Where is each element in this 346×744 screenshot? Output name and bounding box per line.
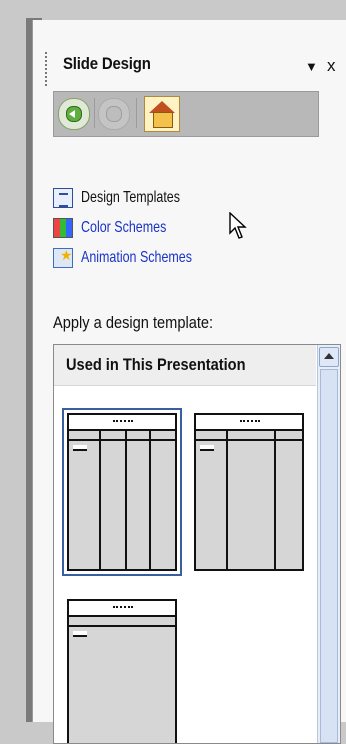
back-arrow-icon[interactable]: [58, 98, 90, 130]
nav-separator: [136, 98, 137, 128]
animation-schemes-icon: [53, 247, 73, 268]
design-templates-icon: [53, 188, 73, 208]
gallery-group-header: Used in This Presentation: [54, 345, 316, 386]
pane-navigation-bar: [53, 91, 319, 137]
forward-arrow-icon[interactable]: [98, 98, 130, 130]
pane-title: Slide Design: [63, 54, 151, 73]
gallery-group-title: Used in This Presentation: [66, 355, 246, 374]
design-templates-link[interactable]: Design Templates: [53, 186, 208, 210]
template-thumbnail[interactable]: [194, 413, 304, 571]
animation-schemes-link[interactable]: Animation Schemes: [53, 246, 223, 270]
scrollbar-thumb[interactable]: [320, 369, 338, 743]
workspace-left-margin: [0, 0, 34, 722]
color-schemes-icon: [53, 218, 73, 238]
template-gallery: Used in This Presentation: [53, 344, 341, 744]
pane-grip-handle[interactable]: [45, 52, 49, 86]
color-schemes-link[interactable]: Color Schemes: [53, 216, 190, 240]
gallery-scrollbar[interactable]: [317, 345, 340, 743]
template-thumbnail[interactable]: [67, 599, 177, 743]
nav-separator: [94, 98, 95, 128]
slide-design-task-pane: Slide Design ▼ x Design Templates Color …: [32, 20, 346, 744]
template-thumbnail[interactable]: [62, 408, 182, 576]
home-icon[interactable]: [144, 96, 180, 132]
apply-template-heading: Apply a design template:: [53, 313, 214, 332]
scroll-up-icon[interactable]: [319, 347, 339, 367]
pane-close-icon[interactable]: x: [327, 56, 336, 76]
pane-menu-dropdown-icon[interactable]: ▼: [305, 59, 318, 74]
color-schemes-label: Color Schemes: [81, 219, 167, 236]
animation-schemes-label: Animation Schemes: [81, 249, 192, 266]
design-templates-label: Design Templates: [81, 189, 180, 206]
